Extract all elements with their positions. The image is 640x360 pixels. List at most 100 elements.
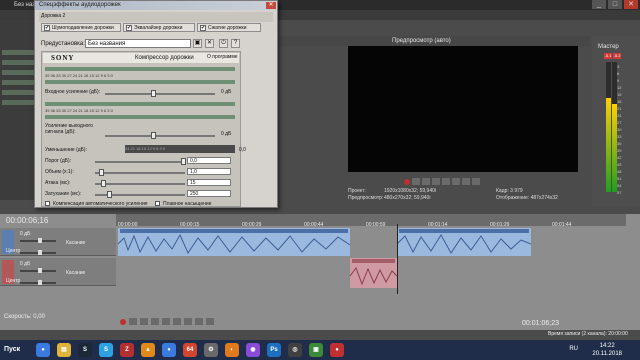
track-2-pan-knob[interactable] — [38, 280, 42, 285]
timeline-next-button[interactable] — [195, 318, 203, 325]
about-button[interactable]: О программе — [207, 54, 238, 60]
fx-compressor-checkbox[interactable]: ✔ — [200, 25, 206, 31]
ratio-input[interactable]: 1,0 — [187, 168, 231, 175]
release-knob[interactable] — [107, 191, 112, 198]
record-time-remaining: Время записи (2 канала): 20:00:00 — [548, 331, 628, 337]
play-from-start-button[interactable] — [422, 178, 430, 185]
explorer-item[interactable] — [2, 90, 36, 95]
fx-tab-compressor[interactable]: ✔ Сжатие дорожки — [197, 23, 261, 32]
output-gain-slider[interactable] — [105, 135, 215, 137]
ratio-knob[interactable] — [99, 169, 104, 176]
save-preset-icon[interactable]: ▣ — [193, 39, 202, 48]
timeline-pause-button[interactable] — [162, 318, 170, 325]
db-scale-label: 45 — [617, 162, 622, 167]
loop-button[interactable] — [412, 178, 420, 185]
bypass-icon[interactable]: ⏻ — [219, 39, 228, 48]
record-icon[interactable]: ● — [330, 343, 344, 357]
blender-icon[interactable]: ◐ — [225, 343, 239, 357]
dialog-close-button[interactable]: ✕ — [266, 2, 276, 9]
input-gain-slider[interactable] — [105, 93, 215, 95]
go-end-button[interactable] — [472, 178, 480, 185]
audio-clip-3[interactable] — [350, 258, 397, 288]
play-button[interactable] — [432, 178, 440, 185]
tool-icon[interactable]: ⚙ — [204, 343, 218, 357]
explorer-item[interactable] — [2, 60, 36, 65]
delete-preset-icon[interactable]: ✕ — [205, 39, 214, 48]
media-icon[interactable]: ▣ — [309, 343, 323, 357]
track-1-volume-knob[interactable] — [38, 238, 42, 243]
help-icon[interactable]: ? — [231, 39, 240, 48]
track-1-pan-knob[interactable] — [38, 250, 42, 255]
start-button[interactable]: Пуск — [0, 342, 24, 358]
db-scale-label: 12 — [617, 85, 622, 90]
sony-logo: SONY — [51, 54, 75, 62]
skype-icon[interactable]: S — [99, 343, 113, 357]
system-clock[interactable]: 14:22 20.11.2018 — [592, 342, 622, 358]
vegas64-icon[interactable]: 64 — [183, 343, 197, 357]
vlc-icon[interactable]: ▲ — [141, 343, 155, 357]
output-gain-knob[interactable] — [151, 132, 156, 139]
fx-noise-gate-checkbox[interactable]: ✔ — [44, 25, 50, 31]
timeline-record-button[interactable] — [120, 319, 126, 325]
track-header-2[interactable]: 0 дБ Касание Центр — [0, 258, 116, 286]
timeline-play-start-button[interactable] — [140, 318, 148, 325]
ratio-slider[interactable] — [95, 172, 185, 174]
attack-knob[interactable] — [101, 180, 106, 187]
preview-mode-select[interactable]: Предпросмотр (авто) — [392, 37, 451, 45]
track-2-mode: Касание — [66, 270, 86, 276]
explorer-item[interactable] — [2, 100, 36, 105]
chrome-icon[interactable]: ● — [36, 343, 50, 357]
db-scale-label: 21 — [617, 106, 622, 111]
dialog-titlebar[interactable]: Спецэффекты аудиодорожек ✕ — [35, 1, 277, 10]
attack-input[interactable]: 15 — [187, 179, 231, 186]
obs-icon[interactable]: ◎ — [288, 343, 302, 357]
playhead[interactable] — [397, 224, 398, 294]
fx-tab-noise-gate[interactable]: ✔ Шумоподавление дорожки — [41, 23, 121, 32]
language-indicator[interactable]: RU — [569, 346, 578, 352]
go-start-button[interactable] — [462, 178, 470, 185]
explorer-item[interactable] — [2, 50, 36, 55]
input-gain-value: 0 дБ — [221, 89, 232, 95]
pause-button[interactable] — [442, 178, 450, 185]
timeline-end-button[interactable] — [206, 318, 214, 325]
stop-button[interactable] — [452, 178, 460, 185]
steam-icon[interactable]: S — [78, 343, 92, 357]
timeline-stop-button[interactable] — [173, 318, 181, 325]
project-value: 1920x1080x32; 59,940i — [384, 188, 436, 194]
photoshop-icon[interactable]: Ps — [267, 343, 281, 357]
audio-clip-2[interactable] — [397, 228, 531, 256]
db-scale-label: 51 — [617, 176, 622, 181]
attack-slider[interactable] — [95, 183, 185, 185]
track-2-volume-knob[interactable] — [38, 268, 42, 273]
davinci-icon[interactable]: ◉ — [246, 343, 260, 357]
preview-info: Проект: 1920x1080x32; 59,940i Кадр: 3 979 … — [348, 188, 578, 202]
explorer-item[interactable] — [2, 80, 36, 85]
filezilla-icon[interactable]: Z — [120, 343, 134, 357]
fx-tab-eq[interactable]: ✔ Эквалайзер дорожки — [123, 23, 195, 32]
timeline-play-button[interactable] — [151, 318, 159, 325]
close-app-button[interactable]: ✕ — [624, 0, 638, 9]
record-button[interactable] — [404, 179, 410, 185]
smooth-saturation-checkbox[interactable] — [155, 201, 160, 206]
plugin-name: Компрессор дорожки — [135, 55, 194, 61]
minimize-button[interactable]: _ — [592, 0, 606, 9]
preset-dropdown[interactable]: Без названия — [85, 39, 191, 48]
output-scale: 39 36 33 30 27 24 21 18 15 12 9 6 3 0 — [45, 108, 113, 113]
release-input[interactable]: 250 — [187, 190, 231, 197]
maximize-button[interactable]: □ — [608, 0, 622, 9]
threshold-knob[interactable] — [181, 158, 186, 165]
threshold-slider[interactable] — [95, 161, 185, 163]
explorer-icon[interactable]: ▤ — [57, 343, 71, 357]
input-gain-knob[interactable] — [151, 90, 156, 97]
db-scale-label: 6 — [617, 71, 620, 76]
explorer-item[interactable] — [2, 70, 36, 75]
timeline-loop-button[interactable] — [129, 318, 137, 325]
timeline-prev-button[interactable] — [184, 318, 192, 325]
fx-eq-checkbox[interactable]: ✔ — [126, 25, 132, 31]
track-header-1[interactable]: 0 дБ Касание Центр — [0, 228, 116, 256]
auto-gain-checkbox[interactable] — [45, 201, 50, 206]
output-meter-r — [45, 115, 235, 119]
audio-clip-1[interactable] — [118, 228, 350, 256]
chrome2-icon[interactable]: ● — [162, 343, 176, 357]
threshold-input[interactable]: 0,0 — [187, 157, 231, 164]
